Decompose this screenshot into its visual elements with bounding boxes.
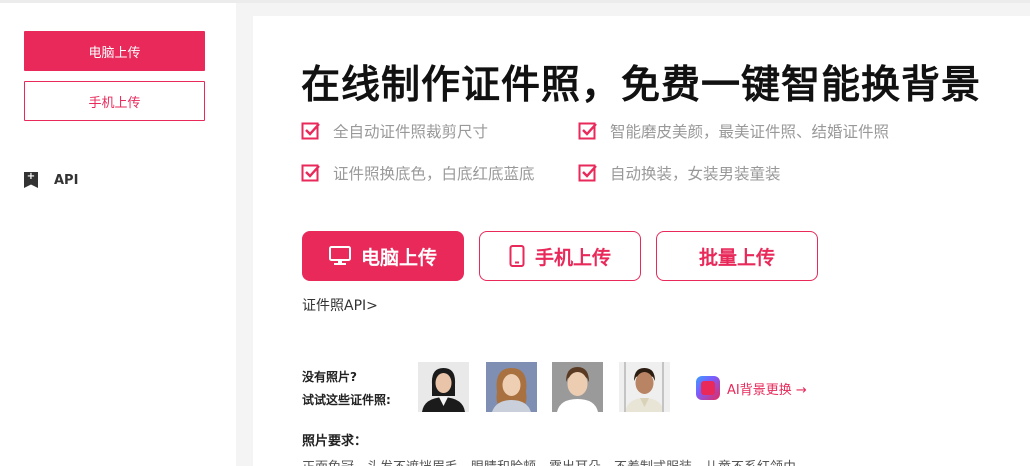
id-photo-api-link[interactable]: 证件照API> <box>302 295 378 315</box>
check-icon <box>578 122 597 140</box>
sample-photo-boy[interactable] <box>552 362 603 412</box>
ai-background-change-label: AI背景更换 → <box>727 382 807 398</box>
feature-text: 自动换装，女装男装童装 <box>610 165 781 183</box>
monitor-icon <box>328 246 351 265</box>
pc-upload-button[interactable]: 电脑上传 <box>302 231 464 281</box>
sidebar: 电脑上传 手机上传 API <box>0 3 236 466</box>
page-title: 在线制作证件照，免费一键智能换背景 <box>301 63 982 108</box>
ai-logo-icon <box>696 376 720 400</box>
sample-prompt: 没有照片? 试试这些证件照: <box>302 366 391 412</box>
flag-icon <box>24 172 38 188</box>
feature-item: 智能磨皮美颜，最美证件照、结婚证件照 <box>578 120 889 142</box>
feature-item: 全自动证件照裁剪尺寸 <box>301 120 488 142</box>
phone-icon <box>509 245 525 267</box>
feature-text: 证件照换底色，白底红底蓝底 <box>333 165 535 183</box>
batch-upload-label: 批量上传 <box>698 246 775 269</box>
requirements-title: 照片要求： <box>302 434 368 449</box>
sample-photo-girl[interactable] <box>486 362 537 412</box>
feature-text: 智能磨皮美颜，最美证件照、结婚证件照 <box>610 123 890 141</box>
feature-item: 证件照换底色，白底红底蓝底 <box>301 162 535 184</box>
sidebar-mobile-upload-button[interactable]: 手机上传 <box>24 81 205 121</box>
mobile-upload-label: 手机上传 <box>534 246 611 269</box>
main-panel: 在线制作证件照，免费一键智能换背景 全自动证件照裁剪尺寸 智能磨皮美颜，最美证件… <box>253 16 1030 466</box>
pc-upload-label: 电脑上传 <box>360 246 437 269</box>
sample-photo-woman[interactable] <box>418 362 469 412</box>
sidebar-item-api[interactable]: API <box>24 172 78 188</box>
requirements-text: 正面免冠，头发不遮挡眉毛，眼睛和脸颊，露出耳朵，不着制式服装，儿童不系红领巾 <box>302 456 796 466</box>
feature-item: 自动换装，女装男装童装 <box>578 162 781 184</box>
batch-upload-button[interactable]: 批量上传 <box>656 231 818 281</box>
check-icon <box>578 164 597 182</box>
mobile-upload-button[interactable]: 手机上传 <box>479 231 641 281</box>
sample-prompt-line2: 试试这些证件照: <box>302 393 391 407</box>
sample-prompt-line1: 没有照片? <box>302 370 357 384</box>
feature-text: 全自动证件照裁剪尺寸 <box>333 123 489 141</box>
sample-photo-child[interactable] <box>619 362 670 412</box>
check-icon <box>301 122 320 140</box>
sidebar-pc-upload-button[interactable]: 电脑上传 <box>24 31 205 71</box>
check-icon <box>301 164 320 182</box>
ai-background-change-link[interactable]: AI背景更换 → <box>696 376 807 400</box>
sidebar-item-api-label: API <box>54 172 79 188</box>
